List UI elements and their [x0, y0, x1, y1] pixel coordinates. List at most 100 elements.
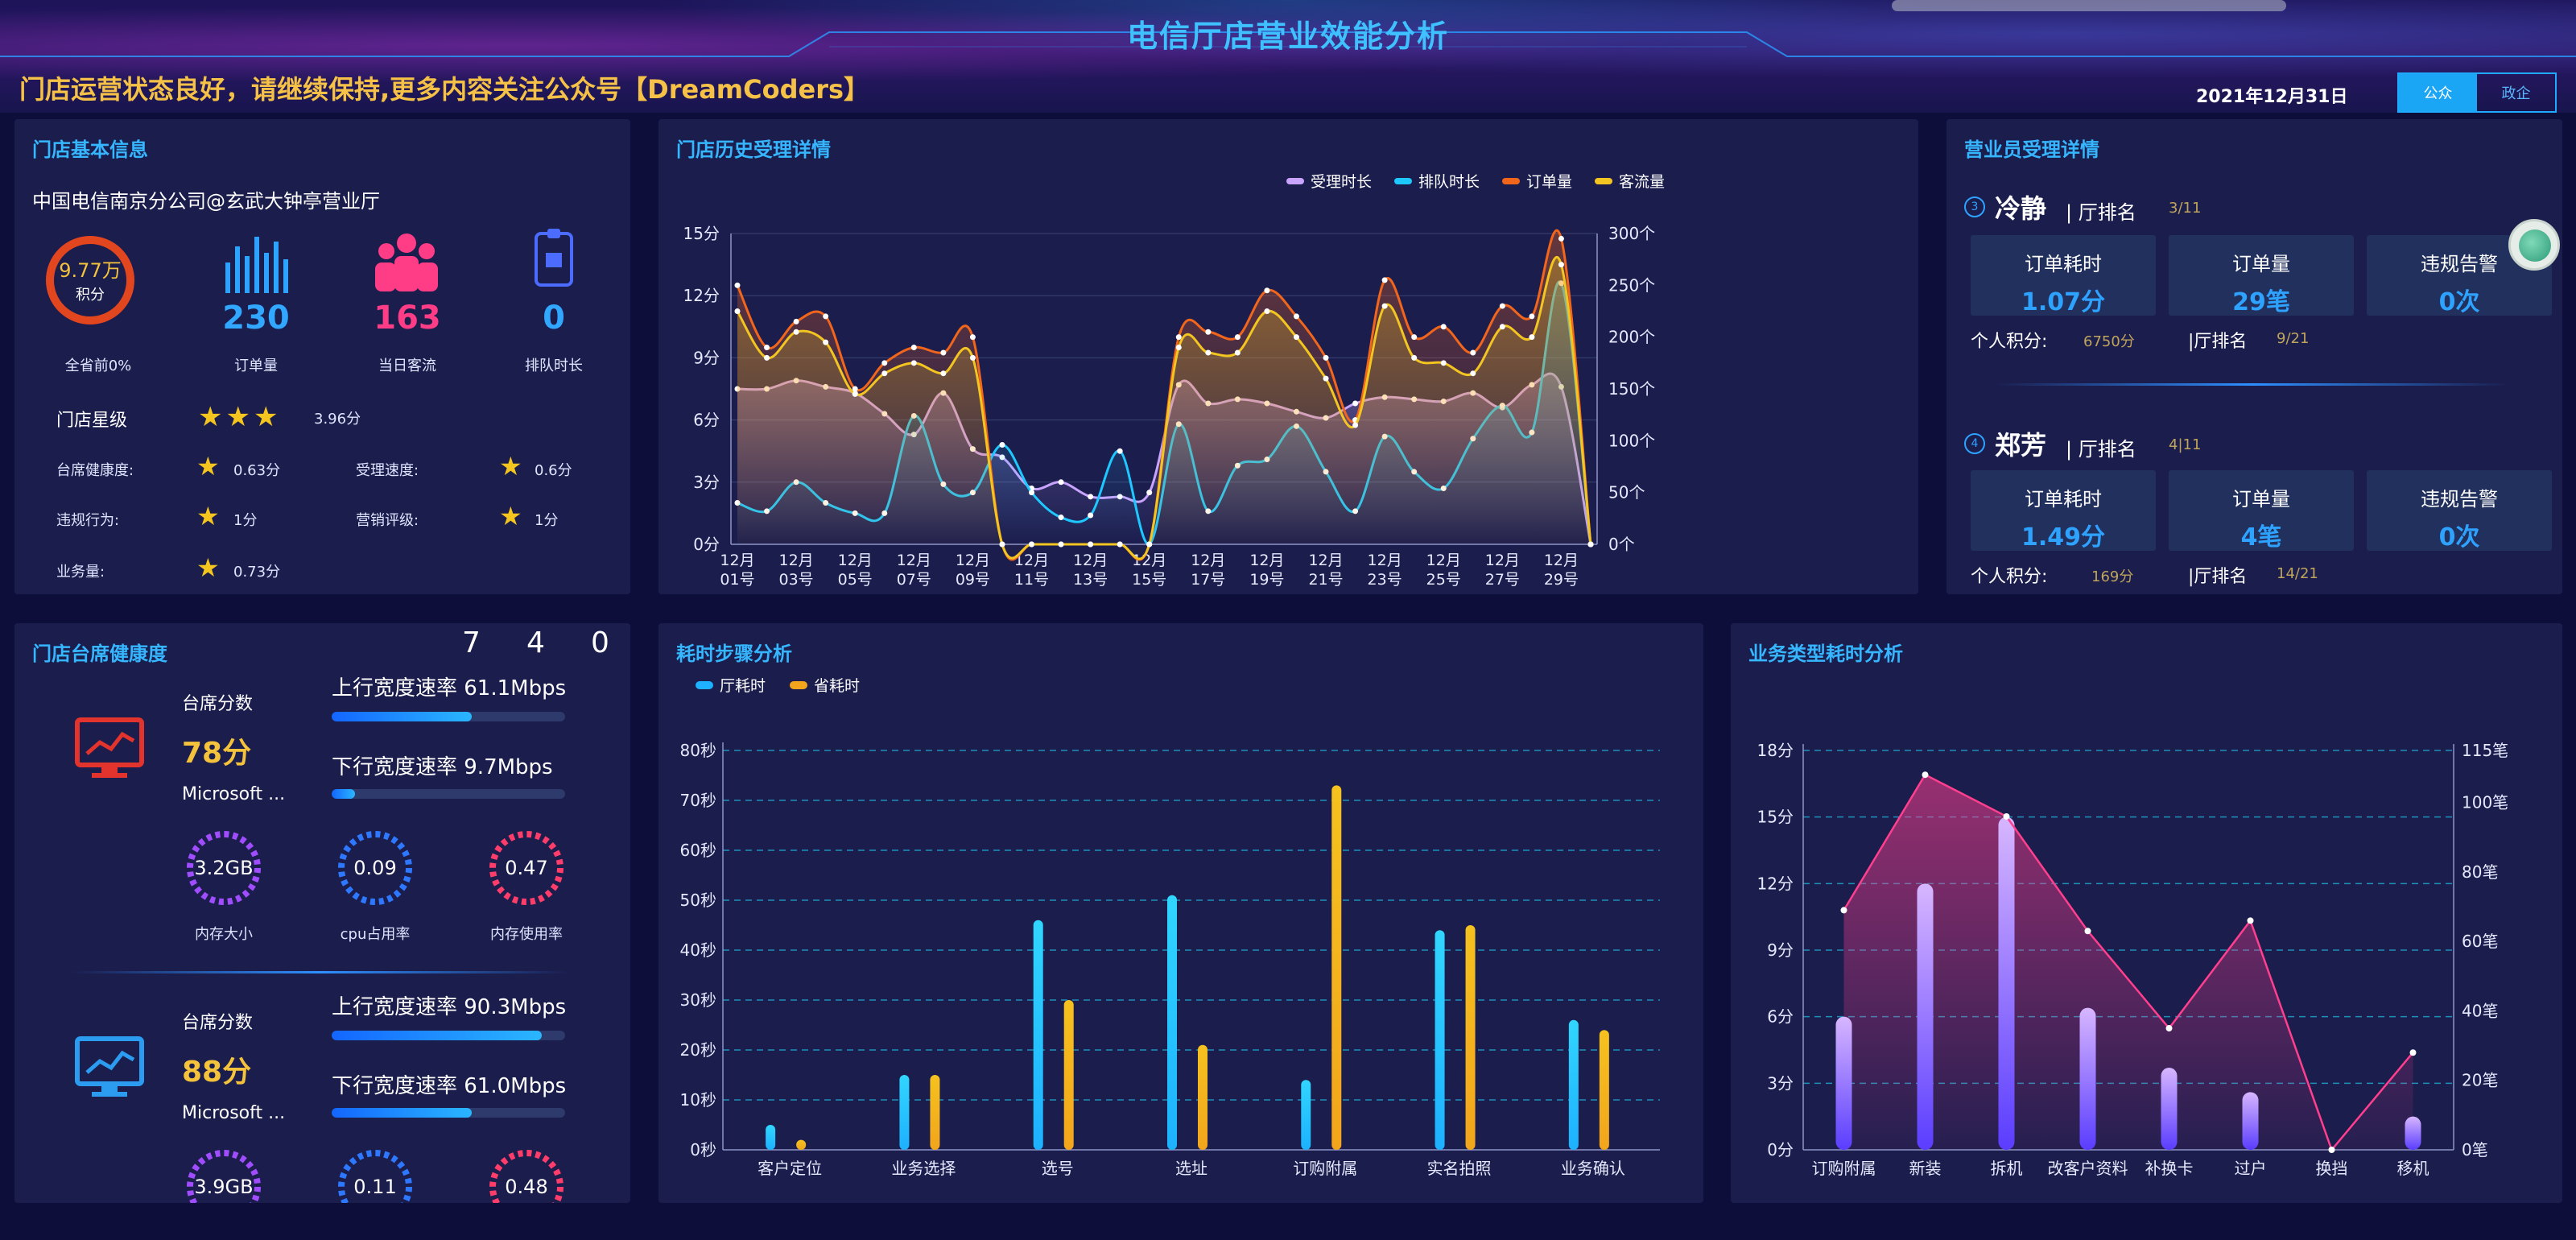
- current-date: 2021年12月31日: [2196, 87, 2348, 107]
- rating-value: 1分: [535, 512, 559, 529]
- data-point: [1088, 541, 1094, 548]
- hall-rank: 3/11: [2169, 200, 2202, 217]
- y2-tick-label: 115笔: [2462, 741, 2508, 760]
- kpi-value: 4笔: [2240, 523, 2282, 552]
- gauge-value: 0.47: [505, 857, 548, 879]
- desk-os: Microsoft ...: [182, 784, 286, 804]
- visitors-value: 163: [374, 300, 441, 337]
- data-point: [1146, 490, 1153, 496]
- data-point: [1558, 262, 1564, 268]
- y-tick-label: 9分: [693, 348, 720, 367]
- data-point: [1323, 354, 1329, 361]
- x-tick-label: 订购附属: [1812, 1159, 1876, 1178]
- legend-label: 受理时长: [1311, 173, 1372, 191]
- x-tick-label: 17号: [1191, 571, 1225, 589]
- rating-label: 受理速度:: [356, 462, 419, 479]
- download-bar: [332, 789, 565, 799]
- data-point: [1175, 345, 1182, 351]
- x-tick-label: 选号: [1042, 1159, 1074, 1178]
- data-point: [969, 354, 976, 361]
- gauge-value: 3.2GB: [194, 857, 254, 879]
- y-tick-label: 30秒: [680, 990, 716, 1010]
- kpi-card: 订单耗时 1.49分: [1971, 470, 2156, 552]
- x-tick-label: 12月: [1308, 552, 1343, 569]
- bar: [1033, 920, 1043, 1150]
- x-tick-label: 12月: [1368, 552, 1402, 569]
- data-point: [1470, 349, 1476, 356]
- y2-tick-label: 100笔: [2462, 793, 2508, 812]
- bar: [2161, 1068, 2178, 1150]
- gauge-value: 0.48: [505, 1176, 548, 1198]
- data-point: [2084, 928, 2091, 935]
- gauge-value: 3.9GB: [194, 1176, 254, 1198]
- data-point: [1088, 494, 1094, 500]
- steps-panel: 耗时步骤分析 0秒 10秒 20秒 30秒 40秒 50秒 60秒 70秒 80秒 客户定位 业务选…: [658, 623, 1703, 1203]
- gauge: 3.9GB: [184, 1147, 264, 1203]
- data-point: [1323, 375, 1329, 382]
- desk-os: Microsoft ...: [182, 1103, 286, 1123]
- panel-title: 门店台席健康度: [32, 643, 167, 665]
- kpi-label: 订单耗时: [2025, 488, 2102, 510]
- x-tick-label: 11号: [1014, 571, 1049, 589]
- clerk-name: 郑芳: [1995, 430, 2047, 461]
- data-point: [2409, 1049, 2417, 1056]
- x-tick-label: 12月: [897, 552, 931, 569]
- score-unit: 积分: [76, 287, 105, 304]
- legend-swatch: [790, 681, 807, 689]
- store-info-panel: 门店基本信息 中国电信南京分公司@玄武大钟亭营业厅 9.77万 积分 全省前0%…: [14, 119, 630, 594]
- x-tick-label: 12月: [956, 552, 990, 569]
- floating-assistant-button[interactable]: [2508, 219, 2560, 271]
- rank-badge-icon: 4: [1964, 433, 1985, 454]
- data-point: [1470, 370, 1476, 377]
- y2-tick-label: 60笔: [2462, 932, 2498, 951]
- upload-bar-fill: [332, 1031, 542, 1040]
- y2-tick-label: 80笔: [2462, 862, 2498, 882]
- data-point: [1411, 334, 1418, 341]
- y-tick-label: 18分: [1757, 741, 1794, 760]
- data-point: [823, 339, 829, 345]
- x-tick-label: 07号: [897, 571, 931, 589]
- data-point: [940, 370, 947, 377]
- kpi-value: 29笔: [2232, 288, 2290, 316]
- star-score: 3.96分: [314, 411, 361, 428]
- bar: [1465, 925, 1476, 1150]
- x-tick-label: 09号: [956, 571, 990, 589]
- legend-label: 厅耗时: [720, 677, 766, 695]
- segment-toggle[interactable]: 公众 政企: [2397, 72, 2557, 113]
- bar: [1301, 1080, 1311, 1150]
- biztype-combo-chart: 0分 3分 6分 9分 12分 15分 18分 0笔 20笔 40笔 60笔 80笔 100笔 115笔订…: [1757, 741, 2509, 1178]
- monitor-chart-icon: [75, 717, 144, 778]
- x-tick-label: 业务选择: [891, 1159, 956, 1178]
- data-point: [1205, 329, 1212, 335]
- download-speed: 下行宽度速率 9.7Mbps: [332, 755, 553, 779]
- queue-caption: 排队时长: [525, 358, 583, 374]
- x-tick-label: 拆机: [1991, 1159, 2023, 1178]
- x-tick-label: 12月: [1191, 552, 1225, 569]
- kpi-value: 0次: [2438, 288, 2480, 316]
- y2-tick-label: 200个: [1608, 328, 1655, 347]
- queue-value: 0: [543, 300, 565, 337]
- toggle-enterprise[interactable]: 政企: [2477, 74, 2555, 111]
- y2-tick-label: 150个: [1608, 379, 1655, 399]
- y-tick-label: 0分: [693, 535, 720, 554]
- x-tick-label: 01号: [720, 571, 754, 589]
- toggle-public[interactable]: 公众: [2399, 74, 2477, 111]
- bar: [2405, 1116, 2421, 1150]
- kpi-card: 订单耗时 1.07分: [1971, 235, 2156, 316]
- steps-bar-chart: 0秒 10秒 20秒 30秒 40秒 50秒 60秒 70秒 80秒客户定位 业务选择 选号 选址 订购…: [680, 677, 1660, 1178]
- star-icon: ★: [499, 501, 522, 531]
- data-point: [881, 360, 888, 366]
- clerk-panel: 营业员受理详情 3 冷静 | 厅排名 3/11 订单耗时 1.07分 订单量 2…: [1946, 119, 2562, 594]
- orders-caption: 订单量: [234, 358, 278, 374]
- divider: [71, 971, 570, 973]
- bar: [766, 1125, 776, 1150]
- data-point: [793, 329, 799, 335]
- thumb-icon: ★: [196, 451, 220, 482]
- bar: [1198, 1044, 1208, 1150]
- x-tick-label: 12月: [1249, 552, 1284, 569]
- assistant-logo-icon: [2519, 229, 2551, 262]
- orders-value: 230: [222, 300, 290, 337]
- kpi-value: 0次: [2438, 523, 2480, 552]
- y2-tick-label: 50个: [1608, 483, 1645, 502]
- data-point: [1499, 324, 1505, 330]
